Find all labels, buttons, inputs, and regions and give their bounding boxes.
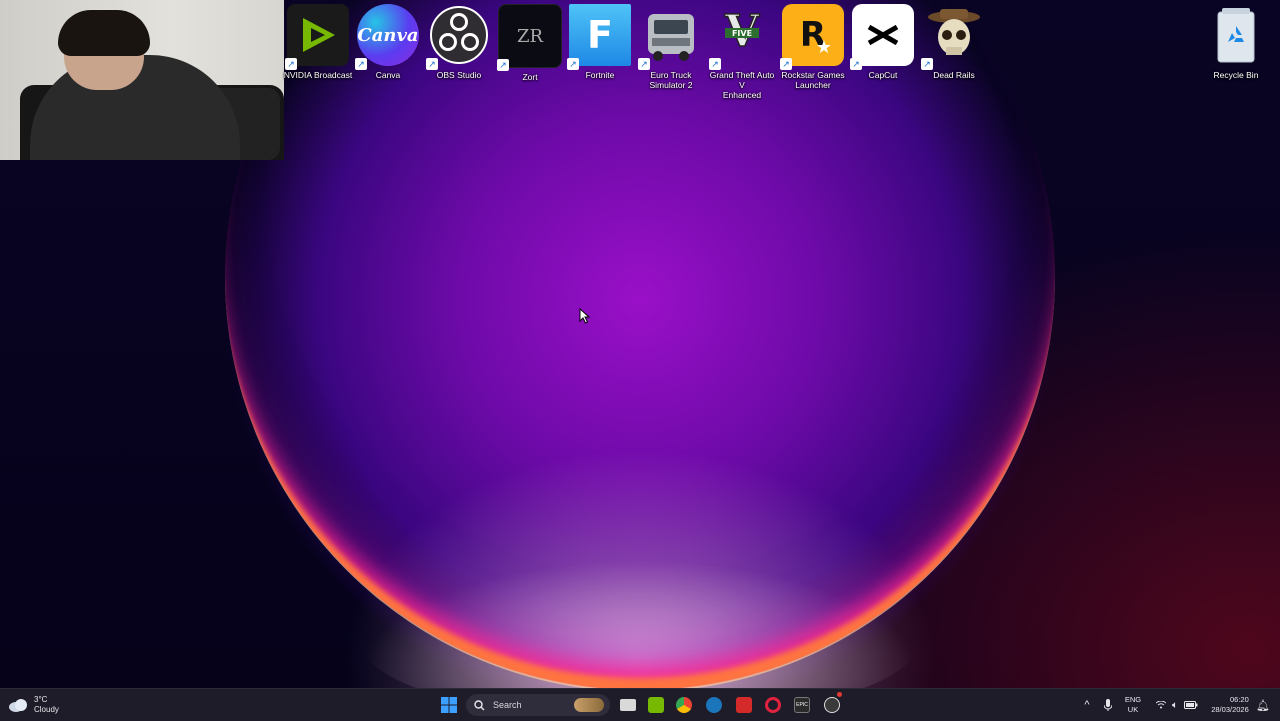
search-highlight-image [574,698,604,712]
chrome-icon [676,697,692,713]
obs-taskbar-icon [824,697,840,713]
desktop-icon-label: Rockstar Games Launcher [781,70,845,90]
webcam-overlay [0,0,284,160]
rockstar-icon: R ★ ↗ [780,4,844,70]
desktop-icon-label: Euro Truck Simulator 2 [649,70,693,90]
taskbar: 3°C Cloudy Search EPIC ^ ENG UK 🔈︎ 06:20… [0,688,1280,721]
language-region: UK [1127,705,1139,714]
shortcut-arrow-icon: ↗ [497,59,509,71]
windows-logo-icon [441,697,457,713]
desktop-wallpaper[interactable]: ↗ NVIDIA Broadcast Canva ↗ Canva ↗ OBS S… [0,0,1280,688]
taskbar-app-game[interactable] [736,693,752,717]
microphone-icon [1104,699,1112,711]
skull-icon: ↗ [921,4,985,70]
clock-date: 28/03/2026 [1211,705,1249,714]
nvidia-broadcast-icon: ↗ [285,4,349,70]
desktop-icon-capcut[interactable]: ↗ CapCut [848,4,918,94]
chevron-up-icon: ^ [1084,699,1090,711]
wallpaper-orb [225,0,1055,688]
desktop-icon-label: NVIDIA Broadcast [283,70,353,80]
cloud-icon [9,699,27,712]
shortcut-arrow-icon: ↗ [780,58,792,70]
taskbar-app-file-explorer[interactable] [620,693,636,717]
shortcut-arrow-icon: ↗ [355,58,367,70]
shortcut-arrow-icon: ↗ [426,58,438,70]
fortnite-icon: F ↗ [567,4,631,70]
language-indicator[interactable]: ENG UK [1120,693,1146,717]
desktop-icon-zort[interactable]: ZR ↗ Zort [495,4,565,94]
file-explorer-icon [620,699,636,711]
shortcut-arrow-icon: ↗ [638,58,650,70]
clock[interactable]: 06:20 28/03/2026 [1206,693,1254,717]
system-tray-quick-settings[interactable]: 🔈︎ [1152,693,1202,717]
desktop-icon-rockstar-launcher[interactable]: R ★ ↗ Rockstar Games Launcher [778,4,848,94]
taskbar-search[interactable]: Search [466,694,610,716]
obs-icon: ↗ [426,4,490,70]
epic-games-icon: EPIC [794,697,810,713]
nvidia-icon [648,697,664,713]
desktop-icon-label: Grand Theft Auto V Enhanced [709,70,775,100]
canva-icon: Canva ↗ [355,4,419,70]
gta-icon: VFIVE ↗ [709,4,773,70]
truck-icon: ↗ [638,4,702,70]
start-button[interactable] [438,693,460,717]
desktop-icon-canva[interactable]: Canva ↗ Canva [353,4,423,94]
desktop-icon-label: Recycle Bin [1213,70,1259,80]
desktop-icon-fortnite[interactable]: F ↗ Fortnite [565,4,635,94]
opera-gx-icon [765,697,781,713]
language-code: ENG [1124,695,1142,704]
svg-text:FIVE: FIVE [732,29,752,38]
taskbar-app-chrome[interactable] [676,693,692,717]
shortcut-arrow-icon: ↗ [709,58,721,70]
taskbar-app-obs[interactable] [824,692,842,717]
shortcut-arrow-icon: ↗ [567,58,579,70]
weather-temp: 3°C [34,695,48,704]
recording-dot-icon [837,692,842,697]
shortcut-arrow-icon: ↗ [921,58,933,70]
clock-time: 06:20 [1229,695,1249,704]
search-placeholder: Search [493,700,522,710]
show-hidden-icons-button[interactable]: ^ [1080,693,1094,717]
desktop-icon-label: Dead Rails [933,70,975,80]
wifi-icon [1156,701,1166,709]
desktop-icon-obs-studio[interactable]: ↗ OBS Studio [424,4,494,94]
steam-icon [706,697,722,713]
desktop-icon-label: OBS Studio [436,70,482,80]
capcut-icon: ↗ [850,4,914,70]
recycle-bin-icon [1205,4,1267,66]
battery-icon [1184,701,1198,709]
weather-widget[interactable]: 3°C Cloudy [8,693,68,717]
zort-icon: ZR ↗ [497,4,562,71]
search-icon [474,699,485,710]
weather-text: 3°C Cloudy [34,695,59,715]
bell-icon: 🔔︎ [1256,699,1270,712]
desktop-icon-dead-rails[interactable]: ↗ Dead Rails [919,4,989,94]
desktop-icon-label: Fortnite [585,70,615,80]
desktop-icon-label: Zort [522,72,538,82]
desktop-icon-recycle-bin[interactable]: Recycle Bin [1201,4,1271,94]
volume-icon: 🔈︎ [1172,699,1178,711]
desktop-icon-euro-truck[interactable]: ↗ Euro Truck Simulator 2 [636,4,706,94]
desktop-icon-label: Canva [375,70,401,80]
mouse-cursor-icon [579,308,591,324]
taskbar-app-nvidia[interactable] [648,693,664,717]
webcam-person-hair [58,10,150,56]
taskbar-app-epic-games[interactable]: EPIC [794,693,810,717]
game-app-icon [736,697,752,713]
shortcut-arrow-icon: ↗ [285,58,297,70]
weather-condition: Cloudy [34,705,59,714]
notifications-button[interactable]: 🔔︎ [1256,693,1270,717]
microphone-button[interactable] [1101,693,1115,717]
taskbar-app-steam[interactable] [706,693,722,717]
desktop-icon-nvidia-broadcast[interactable]: ↗ NVIDIA Broadcast [283,4,353,94]
desktop-icon-gta-v[interactable]: VFIVE ↗ Grand Theft Auto V Enhanced [707,4,777,100]
taskbar-app-opera-gx[interactable] [765,693,781,717]
desktop-icon-label: CapCut [868,70,898,80]
shortcut-arrow-icon: ↗ [850,58,862,70]
